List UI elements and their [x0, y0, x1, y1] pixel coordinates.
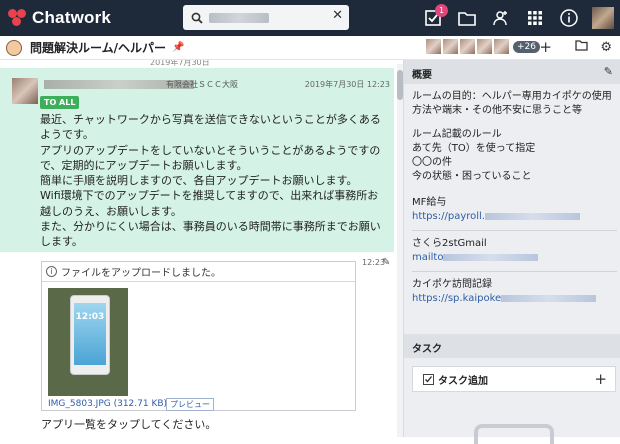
tasks-header: タスク	[404, 334, 620, 358]
preview-button[interactable]: プレビュー	[166, 398, 214, 411]
sender-avatar[interactable]	[12, 78, 38, 104]
message-line: Wifi環境下でのアップデートを推奨してますので、出来れば事務所お	[40, 189, 379, 203]
chat-timeline: 2019年7月30日 有限会社ＳＣＣ大阪 2019年7月30日 12:23 TO…	[0, 60, 403, 437]
overview-content: ルームの目的：ヘルパー専用カイポケの使用 方法や端末・その他不安に思うこと等 ル…	[412, 90, 617, 306]
purpose-line: ルームの目的：ヘルパー専用カイポケの使用	[412, 91, 612, 102]
room-title: 問題解決ルーム/ヘルパー	[30, 41, 167, 55]
file-thumbnail[interactable]: 12:03	[48, 288, 128, 396]
message-line: 越しのうえ、お願いします。	[40, 204, 182, 218]
message-line: また、分かりにくい場合は、事務員のいる時間帯に事務所までお願い	[40, 220, 381, 234]
message-line: 簡単に手順を説明しますので、各自アップデートお願いします。	[40, 174, 358, 188]
info-icon[interactable]	[552, 0, 586, 36]
chatwork-logo[interactable]: Chatwork	[8, 8, 111, 28]
kaipoke-label: カイポケ訪問記録	[412, 279, 492, 290]
member-avatar	[426, 39, 441, 54]
member-avatar	[443, 39, 458, 54]
apps-grid-icon[interactable]	[518, 0, 552, 36]
rules-line: 今の状態・困っていること	[412, 171, 532, 182]
member-avatar	[477, 39, 492, 54]
rules-line: あて先（TO）を使って指定	[412, 143, 536, 154]
file-header: i ファイルをアップロードしました。	[42, 262, 355, 282]
link-blurred	[501, 294, 597, 302]
member-avatar	[494, 39, 509, 54]
info-icon: i	[46, 266, 57, 277]
message-line: します。	[40, 235, 83, 249]
logo-icon	[8, 9, 26, 27]
file-name-link[interactable]: IMG_5803.JPG (312.71 KB)	[48, 399, 167, 409]
panel-bottom-card	[474, 424, 554, 444]
mf-label: MF給与	[412, 197, 447, 208]
settings-gear-icon[interactable]: ⚙	[600, 40, 612, 55]
add-member-icon[interactable]: +	[539, 38, 552, 56]
member-more-count[interactable]: +26	[513, 40, 540, 53]
message-item[interactable]: 有限会社ＳＣＣ大阪 2019年7月30日 12:23 TO ALL 最近、チャッ…	[0, 68, 394, 252]
overview-header: 概要 ✎	[404, 60, 620, 84]
message-line: ようです。	[40, 128, 94, 142]
add-task-label: タスク追加	[438, 375, 488, 387]
folder-icon[interactable]	[450, 0, 484, 36]
top-bar: Chatwork ✕ 1	[0, 0, 620, 36]
room-folder-icon[interactable]	[575, 40, 588, 55]
clear-search-icon[interactable]: ✕	[332, 8, 343, 23]
mf-link[interactable]: https://payroll.	[412, 211, 485, 222]
task-check-icon[interactable]: 1	[416, 0, 450, 36]
file-header-text: ファイルをアップロードしました。	[61, 268, 221, 279]
message-time: 2019年7月30日 12:23	[304, 80, 390, 89]
checkbox-icon	[423, 373, 434, 385]
app-name: Chatwork	[32, 8, 112, 27]
notification-badge: 1	[435, 4, 448, 17]
add-contact-icon[interactable]	[484, 0, 518, 36]
gmail-link[interactable]: mailto	[412, 252, 443, 263]
rules-line: ルーム記載のルール	[412, 129, 502, 140]
room-header: 問題解決ルーム/ヘルパー 📌 +26 + ⚙	[0, 36, 620, 60]
message-line: で、定期的にアップデートお願いします。	[40, 158, 248, 172]
tasks-title: タスク	[412, 344, 442, 355]
edit-overview-icon[interactable]: ✎	[604, 65, 613, 78]
search-input[interactable]: ✕	[183, 5, 349, 30]
search-icon	[191, 12, 203, 24]
add-task-button[interactable]: タスク追加 +	[412, 366, 616, 392]
message-line: アプリのアップデートをしていないとそういうことがあるようですの	[40, 143, 381, 157]
search-query-blurred	[209, 12, 269, 23]
link-blurred	[484, 212, 580, 220]
member-avatar	[460, 39, 475, 54]
pin-icon[interactable]: 📌	[172, 42, 184, 53]
gmail-label: さくら2stGmail	[412, 238, 487, 249]
file-attachment[interactable]: i ファイルをアップロードしました。 12:03 IMG_5803.JPG (3…	[41, 261, 356, 411]
thumb-clock: 12:03	[75, 312, 105, 322]
to-all-tag: TO ALL	[40, 96, 80, 109]
date-separator: 2019年7月30日	[150, 60, 210, 67]
user-avatar[interactable]	[592, 7, 614, 29]
sender-org: 有限会社ＳＣＣ大阪	[166, 80, 238, 89]
overview-title: 概要	[412, 70, 432, 81]
message-line: アプリ一覧をタップしてください。	[41, 418, 217, 431]
link-blurred	[443, 253, 539, 261]
phone-image: 12:03	[70, 295, 110, 375]
edit-pencil-icon[interactable]: ✎	[382, 257, 390, 268]
rules-line: 〇〇の件	[412, 157, 452, 168]
message-line: 最近、チャットワークから写真を送信できないということが多くある	[40, 113, 381, 126]
kaipoke-link[interactable]: https://sp.kaipoke	[412, 293, 501, 304]
add-task-plus-icon[interactable]: +	[594, 370, 607, 388]
purpose-line: 方法や端末・その他不安に思うこと等	[412, 105, 582, 116]
right-panel: 概要 ✎ ルームの目的：ヘルパー専用カイポケの使用 方法や端末・その他不安に思う…	[403, 60, 620, 444]
message-body: 最近、チャットワークから写真を送信できないということが多くある ようです。 アプ…	[40, 112, 386, 250]
room-avatar	[6, 39, 22, 56]
room-members[interactable]: +26	[424, 39, 540, 54]
